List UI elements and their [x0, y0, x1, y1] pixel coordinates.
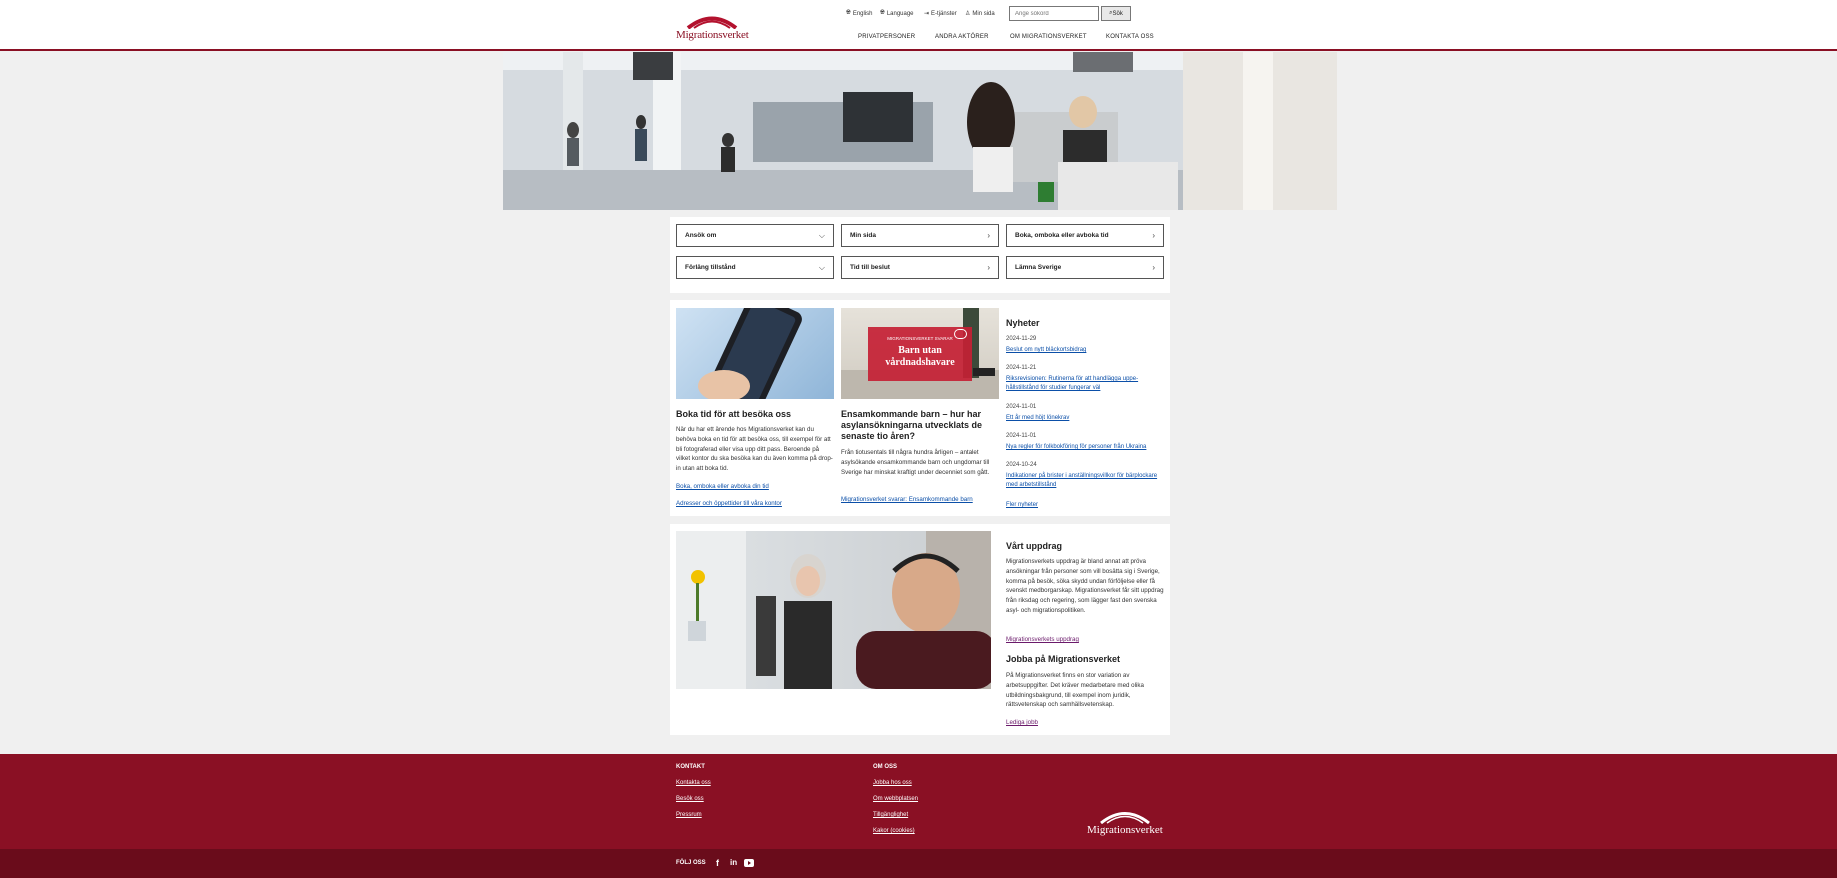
mission-text: Migrationsverkets uppdrag är bland annat… [1006, 558, 1164, 614]
card-text: När du har ett ärende hos Migrationsverk… [676, 426, 833, 473]
quick-link-forlang-tillstand[interactable]: Förläng tillstånd ⌵ [676, 256, 834, 279]
chevron-right-icon: › [987, 231, 990, 240]
nav-andra-aktorer[interactable]: Andra aktörer [935, 34, 989, 40]
card-text: Från tiotusentals till några hundra årli… [841, 449, 990, 476]
footer-about-heading: Om oss [873, 764, 898, 770]
mission-link[interactable]: Migrationsverkets uppdrag [1006, 636, 1079, 643]
jobs-link[interactable]: Lediga jobb [1006, 719, 1038, 726]
news-link[interactable]: Riksrevisionen: Rutinerna för att handlä… [1006, 375, 1166, 393]
search-button[interactable]: ⌕ Sök [1101, 6, 1131, 21]
linkedin-icon[interactable]: in [730, 858, 739, 868]
globe-icon: 🌐︎ [880, 10, 885, 16]
chevron-right-icon: › [1152, 231, 1155, 240]
globe-icon: 🌐︎ [846, 10, 851, 16]
nav-privatpersoner[interactable]: Privatpersoner [858, 34, 915, 40]
chevron-right-icon: › [987, 263, 990, 272]
footer-link-pressrum[interactable]: Pressrum [676, 812, 702, 818]
logo[interactable]: Migrationsverket [676, 13, 749, 43]
call-center-image [676, 531, 991, 689]
phone-image [676, 308, 834, 399]
chevron-down-icon: ⌵ [818, 230, 825, 240]
logo-text: Migrationsverket [676, 29, 749, 41]
footer-link-kontakta[interactable]: Kontakta oss [676, 780, 711, 786]
nav-om-migrationsverket[interactable]: Om Migrationsverket [1010, 34, 1087, 40]
footer-link-webbplatsen[interactable]: Om webbplatsen [873, 796, 918, 802]
news-link[interactable]: Ett år med höjt lönekrav [1006, 414, 1166, 423]
news-date: 2024-11-21 [1006, 365, 1037, 371]
unaccompanied-children-image: MIGRATIONSVERKET SVARAR Barn utan vårdna… [841, 308, 999, 399]
quick-link-lamna-sverige[interactable]: Lämna Sverige › [1006, 256, 1164, 279]
card-title: Ensamkommande barn – hur har asylansökni… [841, 409, 983, 441]
card-link-boka[interactable]: Boka, omboka eller avboka din tid [676, 483, 769, 490]
login-icon: ⇥ [924, 11, 930, 17]
news-date: 2024-11-01 [1006, 404, 1037, 410]
search-input[interactable] [1009, 6, 1099, 21]
badge-small: MIGRATIONSVERKET SVARAR [887, 336, 953, 341]
news-date: 2024-10-24 [1006, 462, 1037, 468]
quick-link-tid-till-beslut[interactable]: Tid till beslut › [841, 256, 999, 279]
more-news-link[interactable]: Fler nyheter [1006, 501, 1066, 510]
footer-link-tillganglighet[interactable]: Tillgänglighet [873, 812, 908, 818]
youtube-icon[interactable] [744, 859, 754, 867]
nav-kontakta-oss[interactable]: Kontakta oss [1106, 34, 1154, 40]
about-panel: Vårt uppdrag Migrationsverkets uppdrag ä… [670, 524, 1170, 735]
content-panel: Boka tid för att besöka oss När du har e… [670, 300, 1170, 516]
footer-link-jobba[interactable]: Jobba hos oss [873, 780, 912, 786]
card-title: Boka tid för att besöka oss [676, 409, 792, 419]
utility-e-tjanster[interactable]: ⇥ E-tjänster [924, 10, 957, 18]
news-date: 2024-11-01 [1006, 433, 1037, 439]
hero-image [503, 52, 1337, 210]
utility-language[interactable]: 🌐︎ Language [880, 10, 914, 17]
footer-logo-text: Migrationsverket [1087, 824, 1163, 836]
chevron-down-icon: ⌵ [818, 262, 825, 272]
footer-link-besok[interactable]: Besök oss [676, 796, 704, 802]
news-date: 2024-11-29 [1006, 336, 1037, 342]
news-link[interactable]: Beslut om nytt bläckortsbidrag [1006, 346, 1166, 355]
news-link[interactable]: Indikationer på brister i anställningsvi… [1006, 472, 1166, 490]
news-link[interactable]: Nya regler för folkbokföring för persone… [1006, 443, 1170, 452]
badge-title: Barn utan vårdnadshavare [885, 345, 955, 368]
chevron-right-icon: › [1152, 263, 1155, 272]
card-link-svarar[interactable]: Migrationsverket svarar: Ensamkommande b… [841, 496, 973, 503]
jobs-heading: Jobba på Migrationsverket [1006, 654, 1121, 664]
speech-bubble-icon [954, 329, 967, 339]
quick-link-ansok-om[interactable]: Ansök om ⌵ [676, 224, 834, 247]
jobs-text: På Migrationsverket finns en stor variat… [1006, 672, 1144, 709]
utility-min-sida[interactable]: ♙ Min sida [965, 10, 995, 18]
quick-link-min-sida[interactable]: Min sida › [841, 224, 999, 247]
footer-logo[interactable]: Migrationsverket [1085, 808, 1165, 842]
logo-arc-icon [1100, 812, 1150, 824]
facebook-icon[interactable]: f [716, 858, 724, 868]
user-icon: ♙ [965, 11, 971, 17]
footer-link-kakor[interactable]: Kakor (cookies) [873, 828, 915, 834]
quick-links-panel: Ansök om ⌵ Min sida › Boka, omboka eller a… [670, 217, 1170, 293]
quick-link-boka-tid[interactable]: Boka, omboka eller avboka tid › [1006, 224, 1164, 247]
news-heading: Nyheter [1006, 318, 1040, 328]
site-header: Migrationsverket 🌐︎ English 🌐︎ Language ⇥ E… [0, 0, 1837, 51]
site-footer: Kontakt Kontakta oss Besök oss Pressrum … [0, 754, 1837, 849]
logo-arc-icon [686, 16, 738, 29]
mission-heading: Vårt uppdrag [1006, 541, 1063, 551]
utility-english[interactable]: 🌐︎ English [846, 10, 873, 17]
follow-label: Följ oss [676, 860, 706, 866]
card-link-adresser[interactable]: Adresser och öppettider till våra kontor [676, 500, 782, 507]
footer-social-bar: Följ oss f in [0, 849, 1837, 878]
footer-contact-heading: Kontakt [676, 764, 705, 770]
